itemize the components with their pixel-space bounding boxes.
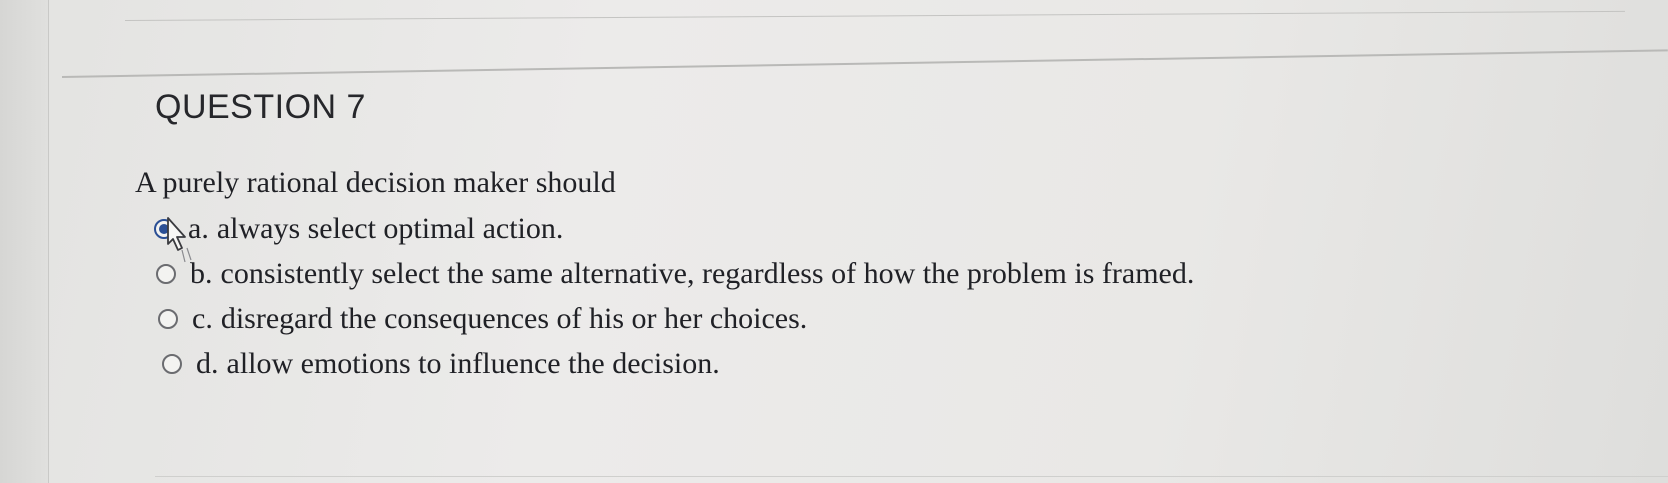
radio-unselected-icon[interactable] [162,353,182,374]
option-d[interactable]: d. allow emotions to influence the decis… [162,341,1194,386]
option-d-text[interactable]: allow emotions to influence the decision… [227,347,720,381]
question-header-divider [61,49,1668,78]
option-c-letter: c. [192,301,213,335]
option-b[interactable]: b. consistently select the same alternat… [156,251,1194,296]
option-c-text[interactable]: disregard the consequences of his or her… [221,302,807,336]
top-divider [124,10,1625,21]
question-heading: QUESTION 7 [155,88,366,126]
option-b-text[interactable]: consistently select the same alternative… [221,257,1195,291]
option-a-text[interactable]: always select optimal action. [217,212,564,246]
answer-options: a. always select optimal action. b. cons… [154,206,1194,386]
option-d-letter: d. [196,346,219,380]
option-c[interactable]: c. disregard the consequences of his or … [158,296,1194,341]
left-panel-edge [0,0,49,483]
bottom-divider [155,476,1668,477]
radio-unselected-icon[interactable] [158,308,178,329]
question-prompt: A purely rational decision maker should [135,166,616,199]
option-a[interactable]: a. always select optimal action. [154,206,1194,251]
hand-pointer-cursor-icon [167,217,192,263]
